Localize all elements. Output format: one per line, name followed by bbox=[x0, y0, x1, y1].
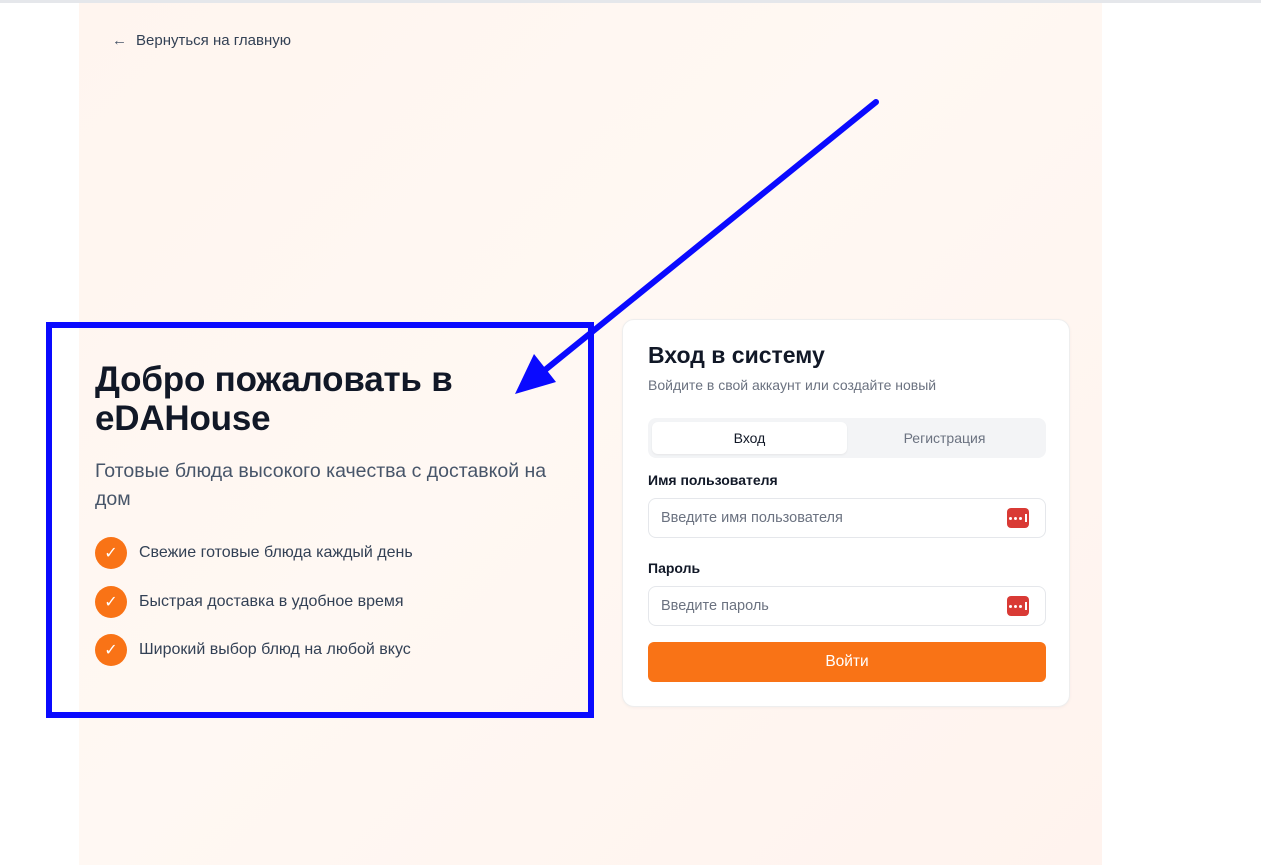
login-subtitle: Войдите в свой аккаунт или создайте новы… bbox=[648, 377, 937, 393]
password-input[interactable] bbox=[661, 598, 1007, 614]
password-manager-icon[interactable] bbox=[1007, 508, 1029, 528]
login-title: Вход в систему bbox=[648, 342, 825, 368]
back-link-label: Вернуться на главную bbox=[136, 31, 291, 49]
arrow-left-icon: ← bbox=[112, 31, 127, 49]
login-card: Вход в систему Войдите в свой аккаунт ил… bbox=[622, 319, 1070, 707]
username-input[interactable] bbox=[661, 510, 1007, 526]
annotation-highlight-box bbox=[46, 322, 594, 718]
password-manager-icon[interactable] bbox=[1007, 596, 1029, 616]
tab-register[interactable]: Регистрация bbox=[847, 422, 1042, 454]
auth-tabs: Вход Регистрация bbox=[648, 418, 1046, 458]
username-label: Имя пользователя bbox=[648, 472, 778, 488]
tab-login[interactable]: Вход bbox=[652, 422, 847, 454]
username-field-wrapper bbox=[648, 498, 1046, 538]
password-field-wrapper bbox=[648, 586, 1046, 626]
login-submit-button[interactable]: Войти bbox=[648, 642, 1046, 682]
password-label: Пароль bbox=[648, 560, 701, 576]
back-to-home-link[interactable]: ← Вернуться на главную bbox=[112, 30, 291, 50]
